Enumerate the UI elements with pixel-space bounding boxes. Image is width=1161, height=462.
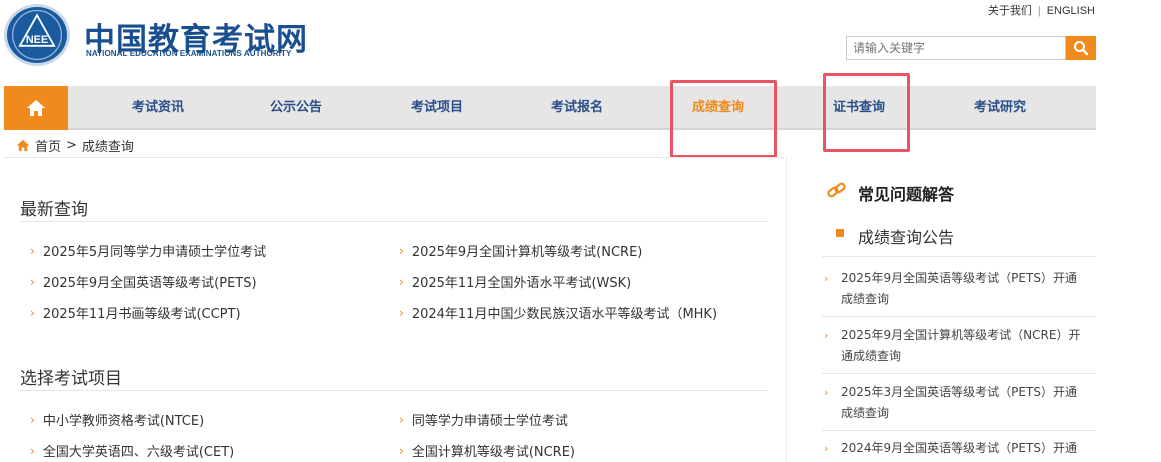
breadcrumb-separator: > [66,138,77,153]
notice-item[interactable]: › 2025年9月全国英语等级考试（PETS）开通 成绩查询 [824,268,1096,310]
chevron-right-icon: › [824,329,829,342]
breadcrumb-home[interactable]: 首页 [35,136,61,155]
chevron-right-icon: › [30,243,35,258]
list-item-label: 2025年5月同等学力申请硕士学位考试 [42,245,267,260]
search-button[interactable] [1066,36,1096,60]
notice-divider [822,430,1096,431]
notice-item[interactable]: › 2025年3月全国英语等级考试（PETS）开通 成绩查询 [824,382,1096,424]
brand-name-en: NATIONAL EDUCATION EXAMINATIONS AUTHORIT… [86,49,292,58]
list-item[interactable]: › 2024年11月中国少数民族汉语水平等级考试（MHK) [399,303,718,323]
latest-query-divider [20,221,768,222]
notice-line: 2024年9月全国英语等级考试（PETS）开通 [841,441,1077,455]
list-item[interactable]: › 全国大学英语四、六级考试(CET) [30,441,235,461]
notice-item[interactable]: › 2025年9月全国计算机等级考试（NCRE）开 通成绩查询 [824,325,1096,367]
breadcrumb: 首页 > 成绩查询 [16,136,134,155]
notice-divider [822,373,1096,374]
about-us-link[interactable]: 关于我们 [988,5,1032,17]
faq-title[interactable]: 常见问题解答 [858,181,954,205]
main-nav: 考试资讯 公示公告 考试项目 考试报名 成绩查询 证书查询 考试研究 [4,86,1096,130]
list-item-label: 同等学力申请硕士学位考试 [411,414,568,429]
list-item[interactable]: › 2025年11月全国外语水平考试(WSK) [399,272,632,292]
notice-divider [822,316,1096,317]
notice-item[interactable]: › 2024年9月全国英语等级考试（PETS）开通 [824,438,1096,459]
list-item[interactable]: › 中小学教师资格考试(NTCE) [30,410,205,430]
notice-line: 成绩查询 [841,292,890,306]
chevron-right-icon: › [399,305,404,320]
home-icon [27,100,45,116]
highlight-box-score-query [670,80,777,158]
list-item-label: 2025年9月全国计算机等级考试(NCRE) [411,245,643,260]
english-link[interactable]: ENGLISH [1047,5,1095,17]
logo-text: NEE [26,34,48,46]
score-notice-title: 成绩查询公告 [858,228,955,247]
chevron-right-icon: › [30,412,35,427]
notice-line: 通成绩查询 [841,349,902,363]
breadcrumb-divider [4,157,784,158]
breadcrumb-current: 成绩查询 [81,140,134,155]
chevron-right-icon: › [824,442,829,455]
home-icon [16,139,30,152]
notice-line: 2025年9月全国计算机等级考试（NCRE）开 [841,328,1081,342]
notice-line: 2025年9月全国英语等级考试（PETS）开通 [841,271,1077,285]
list-item[interactable]: › 同等学力申请硕士学位考试 [399,410,568,430]
nav-item-exam-projects[interactable]: 考试项目 [387,86,487,130]
chevron-right-icon: › [824,272,829,285]
list-item-label: 全国大学英语四、六级考试(CET) [42,445,235,460]
latest-query-title: 最新查询 [20,200,88,220]
list-item-label: 2024年11月中国少数民族汉语水平等级考试（MHK) [411,307,718,322]
chevron-right-icon: › [30,274,35,289]
nav-item-exam-research[interactable]: 考试研究 [950,86,1050,130]
nav-item-exam-registration[interactable]: 考试报名 [527,86,627,130]
chevron-right-icon: › [399,443,404,458]
list-item-label: 2025年9月全国英语等级考试(PETS) [42,276,257,291]
list-item[interactable]: › 2025年5月同等学力申请硕士学位考试 [30,241,267,261]
list-item-label: 2025年11月全国外语水平考试(WSK) [411,276,632,291]
list-item-label: 2025年11月书画等级考试(CCPT) [42,307,241,322]
bullet-square-icon [836,229,844,237]
nav-item-announcements[interactable]: 公示公告 [246,86,346,130]
top-links-separator: | [1037,5,1041,17]
highlight-box-certificate-query [823,73,910,152]
chevron-right-icon: › [399,274,404,289]
chevron-right-icon: › [30,443,35,458]
list-item[interactable]: › 2025年9月全国英语等级考试(PETS) [30,272,257,292]
notice-line: 2025年3月全国英语等级考试（PETS）开通 [841,385,1077,399]
column-divider [786,157,787,462]
list-item[interactable]: › 2025年9月全国计算机等级考试(NCRE) [399,241,643,261]
nav-home-button[interactable] [4,86,68,130]
link-icon [827,182,846,198]
choose-exam-title: 选择考试项目 [20,369,122,389]
notice-line: 成绩查询 [841,406,890,420]
nee-logo[interactable]: NEE [4,4,70,66]
chevron-right-icon: › [399,243,404,258]
nav-item-exam-news[interactable]: 考试资讯 [108,86,208,130]
list-item-label: 全国计算机等级考试(NCRE) [411,445,576,460]
top-links: 关于我们 | ENGLISH [988,2,1095,18]
search-input[interactable] [846,36,1066,60]
list-item-label: 中小学教师资格考试(NTCE) [42,414,205,429]
notice-divider [822,256,1096,257]
list-item[interactable]: › 全国计算机等级考试(NCRE) [399,441,576,461]
search-icon [1074,41,1089,56]
chevron-right-icon: › [824,386,829,399]
list-item[interactable]: › 2025年11月书画等级考试(CCPT) [30,303,241,323]
chevron-right-icon: › [30,305,35,320]
chevron-right-icon: › [399,412,404,427]
choose-exam-divider [20,390,768,391]
